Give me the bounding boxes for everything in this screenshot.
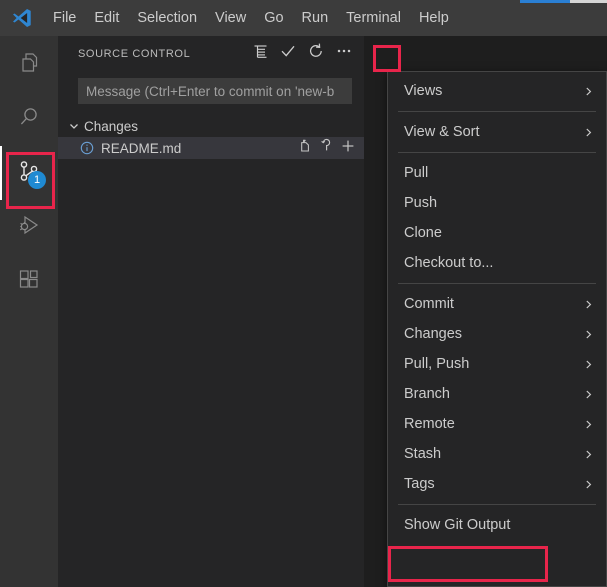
chevron-right-icon <box>583 389 594 400</box>
menu-item-label: Pull <box>404 165 429 181</box>
chevron-down-icon <box>66 118 82 134</box>
resource-actions <box>294 137 358 159</box>
menu-item-tags[interactable]: Tags <box>388 469 606 499</box>
chevron-right-icon <box>583 449 594 460</box>
view-as-tree-button[interactable] <box>246 40 274 68</box>
menu-separator <box>398 283 596 284</box>
menu-item-pull-push[interactable]: Pull, Push <box>388 349 606 379</box>
menu-help[interactable]: Help <box>410 5 458 31</box>
source-control-toolbar <box>246 36 358 71</box>
source-control-sidebar: SOURCE CONTROL Message (Ctrl+Enter to co… <box>58 36 364 587</box>
activity-item-extensions[interactable] <box>0 254 58 308</box>
changes-group-label: Changes <box>84 118 139 134</box>
menu-item-stash[interactable]: Stash <box>388 439 606 469</box>
changes-group-header[interactable]: Changes <box>58 115 364 137</box>
menu-item-checkout-to[interactable]: Checkout to... <box>388 248 606 278</box>
menu-item-view-and-sort[interactable]: View & Sort <box>388 117 606 147</box>
chevron-right-icon <box>583 127 594 138</box>
menu-item-label: Changes <box>404 326 463 342</box>
menu-item-label: Stash <box>404 446 442 462</box>
ellipsis-icon <box>335 42 353 65</box>
source-control-header: SOURCE CONTROL <box>58 36 364 71</box>
activity-item-source-control[interactable]: 1 <box>0 146 58 200</box>
commit-button[interactable] <box>274 40 302 68</box>
chevron-right-icon <box>583 329 594 340</box>
search-icon <box>17 105 41 134</box>
menu-item-label: Commit <box>404 296 454 312</box>
discard-changes-button[interactable] <box>316 138 336 158</box>
chevron-right-icon <box>583 419 594 430</box>
active-indicator <box>0 146 2 200</box>
menu-item-label: Views <box>404 83 443 99</box>
activity-item-explorer[interactable] <box>0 38 58 92</box>
menu-run[interactable]: Run <box>293 5 338 31</box>
menu-item-pull[interactable]: Pull <box>388 158 606 188</box>
list-item[interactable]: README.md <box>58 137 364 159</box>
menu-item-label: Checkout to... <box>404 255 494 271</box>
run-debug-icon <box>17 213 41 242</box>
open-file-button[interactable] <box>294 138 314 158</box>
accent-strip-blue <box>520 0 570 3</box>
menu-item-label: Branch <box>404 386 450 402</box>
menu-terminal[interactable]: Terminal <box>337 5 410 31</box>
menu-item-push[interactable]: Push <box>388 188 606 218</box>
chevron-right-icon <box>583 86 594 97</box>
menu-edit[interactable]: Edit <box>85 5 128 31</box>
commit-message-input[interactable]: Message (Ctrl+Enter to commit on 'new-b <box>78 78 352 104</box>
plus-icon <box>340 138 356 159</box>
menu-separator <box>398 111 596 112</box>
vscode-window: File Edit Selection View Go Run Terminal… <box>0 0 607 587</box>
menu-item-changes[interactable]: Changes <box>388 319 606 349</box>
menu-view[interactable]: View <box>206 5 255 31</box>
files-icon <box>17 51 41 80</box>
menu-separator <box>398 504 596 505</box>
source-control-badge: 1 <box>28 171 46 189</box>
activity-item-run-and-debug[interactable] <box>0 200 58 254</box>
activity-bar: 1 <box>0 36 58 587</box>
menu-item-views[interactable]: Views <box>388 76 606 106</box>
source-control-title: SOURCE CONTROL <box>78 47 191 60</box>
chevron-right-icon <box>583 299 594 310</box>
more-actions-button[interactable] <box>330 40 358 68</box>
chevron-right-icon <box>583 359 594 370</box>
stage-changes-button[interactable] <box>338 138 358 158</box>
menu-item-commit[interactable]: Commit <box>388 289 606 319</box>
source-control-more-actions-menu: Views View & Sort Pull Push Clone Checko… <box>387 71 607 587</box>
menu-item-label: Pull, Push <box>404 356 470 372</box>
refresh-icon <box>307 42 325 65</box>
menu-go[interactable]: Go <box>255 5 292 31</box>
menu-item-label: Remote <box>404 416 455 432</box>
info-icon <box>79 140 95 156</box>
menu-file[interactable]: File <box>44 5 85 31</box>
menu-item-label: Show Git Output <box>404 517 511 533</box>
activity-item-search[interactable] <box>0 92 58 146</box>
menu-item-clone[interactable]: Clone <box>388 218 606 248</box>
menu-item-remote[interactable]: Remote <box>388 409 606 439</box>
resource-file-name: README.md <box>101 140 182 156</box>
menu-item-label: Push <box>404 195 438 211</box>
title-bar: File Edit Selection View Go Run Terminal… <box>0 0 607 36</box>
menu-selection[interactable]: Selection <box>128 5 206 31</box>
menu-item-label: Tags <box>404 476 435 492</box>
chevron-right-icon <box>583 479 594 490</box>
open-file-icon <box>297 138 312 158</box>
menu-bar[interactable]: File Edit Selection View Go Run Terminal… <box>44 0 458 36</box>
list-view-icon <box>252 43 269 65</box>
discard-icon <box>319 138 334 158</box>
accent-strip-light <box>570 0 607 3</box>
menu-item-label: Clone <box>404 225 442 241</box>
extensions-icon <box>17 267 41 296</box>
menu-item-show-git-output[interactable]: Show Git Output <box>388 510 606 540</box>
menu-item-label: View & Sort <box>404 124 480 140</box>
refresh-button[interactable] <box>302 40 330 68</box>
menu-separator <box>398 152 596 153</box>
menu-item-branch[interactable]: Branch <box>388 379 606 409</box>
checkmark-icon <box>279 42 297 65</box>
top-accent-strip <box>0 0 607 3</box>
vscode-logo-icon <box>0 0 44 36</box>
